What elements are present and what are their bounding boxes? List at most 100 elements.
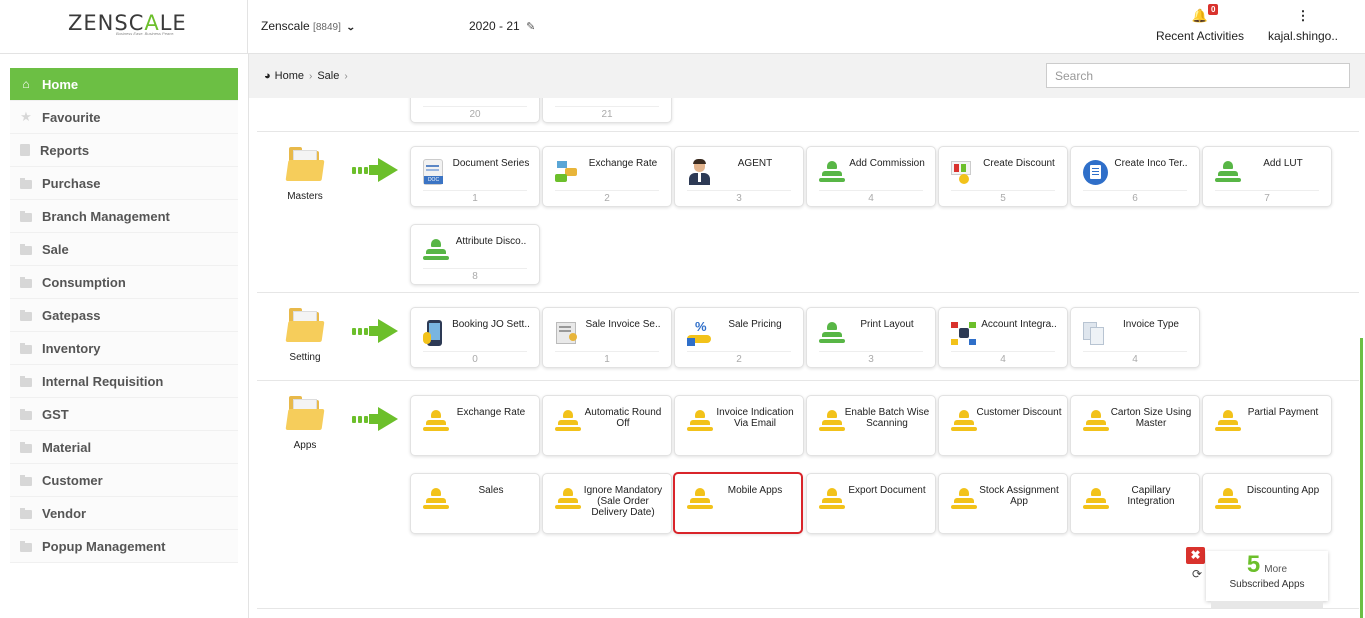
section-divider xyxy=(257,131,1359,132)
tile-label: Booking JO Sett.. xyxy=(452,319,530,330)
tile-document-series[interactable]: DOC Document Series 1 xyxy=(410,146,540,207)
scrollbar[interactable] xyxy=(1360,338,1363,618)
star-icon: ★ xyxy=(20,109,32,124)
person-icon xyxy=(687,408,713,434)
network-icon xyxy=(951,320,976,346)
sidebar-item-label: Vendor xyxy=(42,505,87,521)
sidebar-item-material[interactable]: Material xyxy=(10,431,238,464)
financial-year-selector[interactable]: 2020 - 21 ✎ xyxy=(469,19,535,33)
refresh-icon[interactable]: ⟳ xyxy=(1192,567,1202,581)
sidebar-item-branch-management[interactable]: Branch Management xyxy=(10,200,238,233)
sidebar-item-label: GST xyxy=(42,406,69,422)
tile-create-inco-terms[interactable]: Create Inco Ter.. 6 xyxy=(1070,146,1200,207)
sidebar-item-reports[interactable]: Reports xyxy=(10,134,238,167)
breadcrumb-sale[interactable]: Sale xyxy=(317,70,339,82)
person-icon xyxy=(951,486,977,512)
edit-icon[interactable]: ✎ xyxy=(526,21,535,33)
tile-app-partial-payment[interactable]: Partial Payment xyxy=(1202,395,1332,456)
tile-app-export-document[interactable]: Export Document xyxy=(806,473,936,534)
sidebar-item-home[interactable]: ⌂ Home xyxy=(10,68,238,101)
sidebar-item-label: Purchase xyxy=(42,175,101,191)
tile-app-customer-discount[interactable]: Customer Discount xyxy=(938,395,1068,456)
tile-booking-jo-settings[interactable]: Booking JO Sett.. 0 xyxy=(410,307,540,368)
tile-add-lut[interactable]: Add LUT 7 xyxy=(1202,146,1332,207)
tile-app-enable-batch-wise-scanning[interactable]: Enable Batch Wise Scanning xyxy=(806,395,936,456)
tile-label: Capillary Integration xyxy=(1127,485,1175,507)
tile-invoice-type[interactable]: Invoice Type 4 xyxy=(1070,307,1200,368)
sidebar-item-label: Material xyxy=(42,439,92,455)
kebab-menu-icon: ⋮ xyxy=(1296,8,1310,23)
tile-app-stock-assignment[interactable]: Stock Assignment App xyxy=(938,473,1068,534)
recent-activities-label: Recent Activities xyxy=(1155,29,1245,43)
tile-print-layout[interactable]: Print Layout 3 xyxy=(806,307,936,368)
tile-app-discounting-app[interactable]: Discounting App xyxy=(1202,473,1332,534)
recent-activities-button[interactable]: 🔔 0 Recent Activities xyxy=(1150,4,1250,43)
tile-label: Sales xyxy=(478,485,504,496)
tile-app-capillary-integration[interactable]: Capillary Integration xyxy=(1070,473,1200,534)
folder-icon xyxy=(285,396,325,432)
breadcrumb-home[interactable]: Home xyxy=(275,70,304,82)
sidebar-item-vendor[interactable]: Vendor xyxy=(10,497,238,530)
tile-label: Sale Pricing xyxy=(728,319,782,330)
sidebar-item-purchase[interactable]: Purchase xyxy=(10,167,238,200)
tile-app-mobile-apps[interactable]: Mobile Apps xyxy=(673,472,803,534)
tile-exchange-rate[interactable]: Exchange Rate 2 xyxy=(542,146,672,207)
tile-count: 2 xyxy=(687,351,791,366)
tile-sale-pricing[interactable]: % Sale Pricing 2 xyxy=(674,307,804,368)
user-name: kajal.shingo.. xyxy=(1267,29,1339,43)
tile-app-sales[interactable]: Sales xyxy=(410,473,540,534)
sidebar-item-inventory[interactable]: Inventory xyxy=(10,332,238,365)
invoice-stack-icon xyxy=(1083,320,1107,346)
sidebar-item-popup-management[interactable]: Popup Management xyxy=(10,530,238,563)
person-icon xyxy=(687,486,713,512)
tile-label: Discounting App xyxy=(1246,485,1320,496)
company-name: Zenscale xyxy=(261,19,310,33)
folder-icon xyxy=(20,375,32,387)
category-apps[interactable]: Apps xyxy=(275,396,335,451)
tile-count: 0 xyxy=(423,351,527,366)
company-selector[interactable]: Zenscale [8849] ⌄ xyxy=(261,19,356,33)
tile-app-invoice-indication-email[interactable]: Invoice Indication Via Email xyxy=(674,395,804,456)
tile-create-discount[interactable]: Create Discount 5 xyxy=(938,146,1068,207)
arrow-right-icon xyxy=(352,158,400,182)
search-input[interactable] xyxy=(1046,63,1350,88)
sidebar-item-internal-requisition[interactable]: Internal Requisition xyxy=(10,365,238,398)
sidebar-item-gatepass[interactable]: Gatepass xyxy=(10,299,238,332)
tile-label: Create Inco Ter.. xyxy=(1114,158,1188,169)
tile-label: Exchange Rate xyxy=(456,407,526,418)
sidebar-item-favourite[interactable]: ★ Favourite xyxy=(10,101,238,134)
category-masters[interactable]: Masters xyxy=(275,147,335,202)
tile-app-carton-size[interactable]: Carton Size Using Master xyxy=(1070,395,1200,456)
person-icon xyxy=(423,408,449,434)
tile-label: Add Commission xyxy=(849,158,925,169)
app-tile[interactable]: 21 xyxy=(542,98,672,123)
sidebar-item-sale[interactable]: Sale xyxy=(10,233,238,266)
logo-tagline: Business Ease. Business Peace. xyxy=(116,31,175,36)
tile-attribute-discount[interactable]: Attribute Disco.. 8 xyxy=(410,224,540,285)
subscribed-apps-widget[interactable]: 5 More Subscribed Apps xyxy=(1206,551,1328,601)
tile-label: Carton Size Using Master xyxy=(1110,407,1192,429)
tile-app-automatic-round-off[interactable]: Automatic Round Off xyxy=(542,395,672,456)
sidebar-item-gst[interactable]: GST xyxy=(10,398,238,431)
tile-app-exchange-rate[interactable]: Exchange Rate xyxy=(410,395,540,456)
tile-agent[interactable]: AGENT 3 xyxy=(674,146,804,207)
close-icon[interactable]: ✖ xyxy=(1186,547,1205,564)
app-tile[interactable]: 20 xyxy=(410,98,540,123)
category-label: Masters xyxy=(287,191,323,202)
sidebar-item-customer[interactable]: Customer xyxy=(10,464,238,497)
home-icon: ⌂ xyxy=(22,77,30,91)
discount-icon xyxy=(951,159,975,185)
category-setting[interactable]: Setting xyxy=(275,308,335,363)
person-icon xyxy=(423,486,449,512)
tile-add-commission[interactable]: Add Commission 4 xyxy=(806,146,936,207)
sidebar-item-consumption[interactable]: Consumption xyxy=(10,266,238,299)
folder-icon xyxy=(20,177,32,189)
user-menu[interactable]: ⋮ kajal.shingo.. xyxy=(1262,8,1344,43)
tile-sale-invoice-series[interactable]: Sale Invoice Se.. 1 xyxy=(542,307,672,368)
person-icon xyxy=(1215,486,1241,512)
tile-app-ignore-mandatory[interactable]: Ignore Mandatory (Sale Order Delivery Da… xyxy=(542,473,672,534)
tile-label: Automatic Round Off xyxy=(584,407,662,429)
tile-count: 1 xyxy=(555,351,659,366)
tile-account-integration[interactable]: Account Integra.. 4 xyxy=(938,307,1068,368)
folder-icon xyxy=(20,210,32,222)
